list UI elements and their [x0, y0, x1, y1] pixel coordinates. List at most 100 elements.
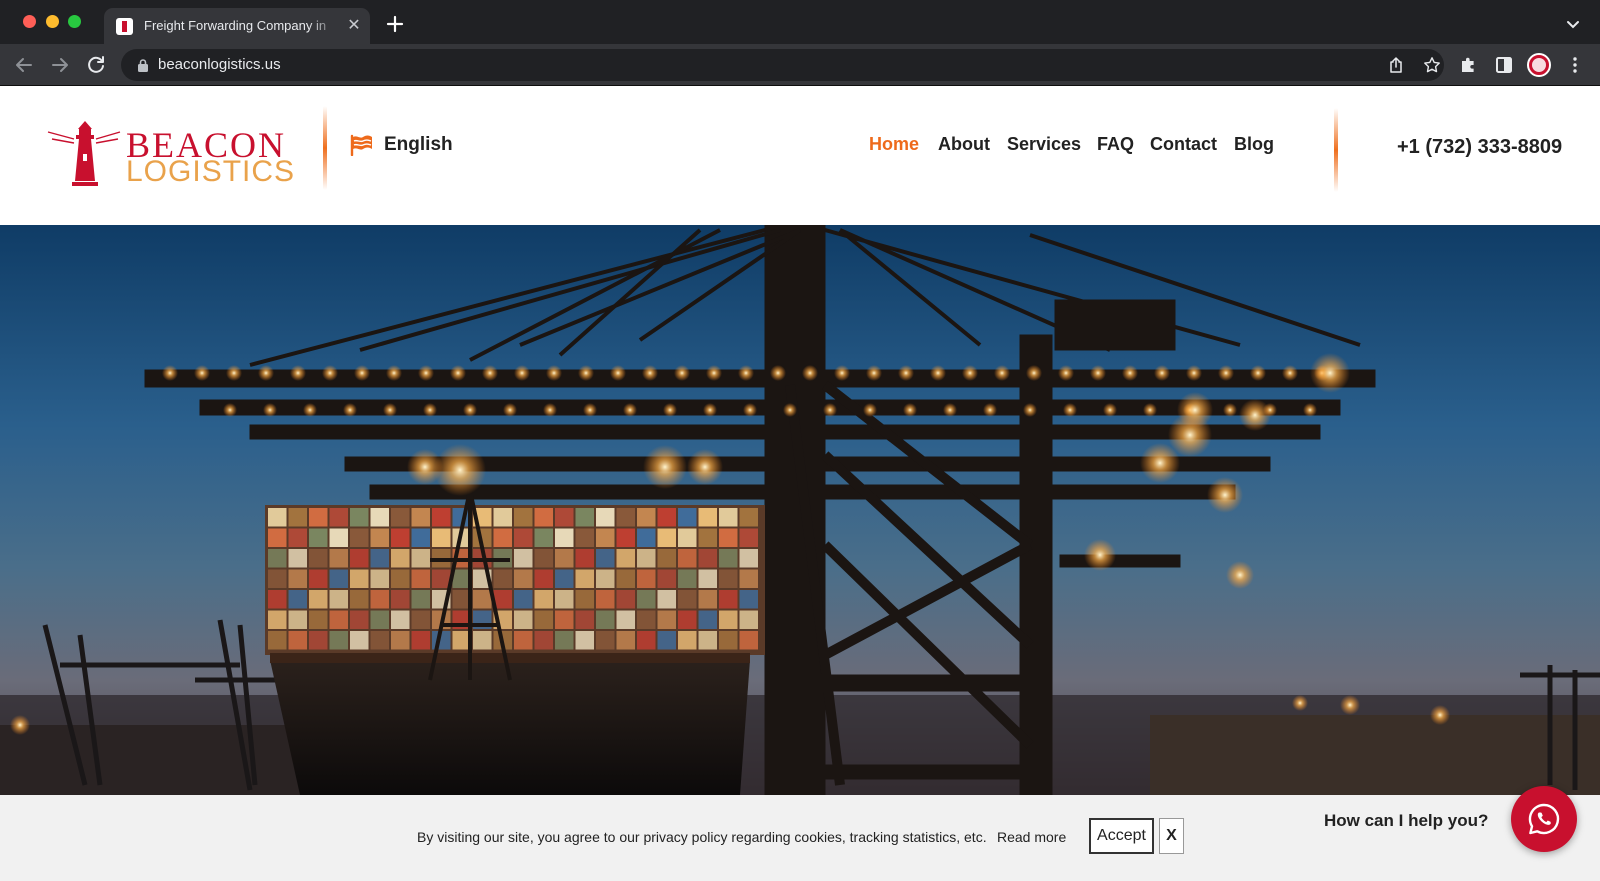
- url-text[interactable]: beaconlogistics.us: [158, 56, 281, 73]
- extensions-puzzle-icon[interactable]: [1459, 55, 1479, 75]
- container-block: [534, 528, 553, 547]
- light-glow: [1430, 705, 1450, 725]
- container-block: [268, 631, 287, 650]
- container-block: [391, 508, 410, 527]
- light-glow: [1154, 365, 1170, 381]
- whatsapp-icon: [1528, 803, 1560, 835]
- browser-tab[interactable]: Freight Forwarding Company in ✕: [104, 8, 370, 44]
- container-block: [391, 610, 410, 629]
- chat-prompt[interactable]: How can I help you?: [1324, 811, 1488, 831]
- light-glow: [962, 365, 978, 381]
- light-glow: [1103, 403, 1117, 417]
- minimize-window-button[interactable]: [46, 15, 59, 28]
- container-block: [370, 610, 389, 629]
- container-block: [719, 528, 738, 547]
- nav-blog[interactable]: Blog: [1234, 134, 1274, 155]
- container-block: [309, 631, 328, 650]
- nav-about[interactable]: About: [938, 134, 990, 155]
- more-menu-icon[interactable]: [1565, 55, 1585, 75]
- share-icon[interactable]: [1387, 56, 1405, 74]
- cookie-accept-button[interactable]: Accept: [1089, 818, 1154, 854]
- container-block: [514, 508, 533, 527]
- light-glow: [1177, 392, 1213, 428]
- container-block: [575, 590, 594, 609]
- container-block: [596, 590, 615, 609]
- container-block: [288, 569, 307, 588]
- container-block: [268, 590, 287, 609]
- light-glow: [1186, 365, 1202, 381]
- container-block: [411, 610, 430, 629]
- chevron-down-icon[interactable]: [1563, 14, 1583, 34]
- lock-icon[interactable]: [136, 58, 150, 72]
- nav-services[interactable]: Services: [1007, 134, 1081, 155]
- side-panel-icon[interactable]: [1494, 55, 1514, 75]
- container-block: [473, 590, 492, 609]
- phone-number[interactable]: +1 (732) 333-8809: [1397, 136, 1562, 159]
- nav-contact[interactable]: Contact: [1150, 134, 1217, 155]
- container-block: [329, 508, 348, 527]
- light-glow: [898, 365, 914, 381]
- container-block: [678, 549, 697, 568]
- container-block: [411, 631, 430, 650]
- container-block: [698, 569, 717, 588]
- tab-close-icon[interactable]: ✕: [344, 16, 364, 36]
- header-divider: [323, 106, 327, 190]
- whatsapp-chat-button[interactable]: [1511, 786, 1577, 852]
- language-label[interactable]: English: [384, 134, 453, 156]
- light-glow: [983, 403, 997, 417]
- container-block: [719, 549, 738, 568]
- container-block: [596, 549, 615, 568]
- light-glow: [223, 403, 237, 417]
- light-glow: [226, 365, 242, 381]
- lighthouse-logo-icon: [47, 121, 121, 186]
- container-block: [514, 610, 533, 629]
- container-block: [719, 610, 738, 629]
- address-bar[interactable]: beaconlogistics.us: [121, 49, 1444, 81]
- container-block: [616, 569, 635, 588]
- forward-arrow-icon[interactable]: [48, 53, 72, 77]
- container-block: [534, 508, 553, 527]
- nav-faq[interactable]: FAQ: [1097, 134, 1134, 155]
- light-glow: [258, 365, 274, 381]
- container-block: [329, 528, 348, 547]
- new-tab-icon[interactable]: [383, 12, 407, 36]
- light-glow: [743, 403, 757, 417]
- container-block: [534, 610, 553, 629]
- light-glow: [1239, 399, 1271, 431]
- light-glow: [1090, 365, 1106, 381]
- close-window-button[interactable]: [23, 15, 36, 28]
- profile-avatar[interactable]: [1527, 53, 1551, 77]
- light-glow: [423, 403, 437, 417]
- container-block: [288, 528, 307, 547]
- cookie-read-more-link[interactable]: Read more: [997, 829, 1066, 845]
- light-glow: [642, 365, 658, 381]
- container-block: [678, 528, 697, 547]
- container-block: [268, 569, 287, 588]
- light-glow: [1340, 695, 1360, 715]
- light-glow: [994, 365, 1010, 381]
- container-block: [350, 528, 369, 547]
- back-arrow-icon[interactable]: [12, 53, 36, 77]
- container-block: [534, 631, 553, 650]
- container-block: [678, 508, 697, 527]
- container-block: [596, 528, 615, 547]
- container-block: [719, 590, 738, 609]
- nav-home[interactable]: Home: [869, 134, 919, 155]
- container-block: [698, 631, 717, 650]
- container-block: [309, 569, 328, 588]
- site-logo[interactable]: BEACON LOGISTICS: [46, 118, 294, 187]
- light-glow: [823, 403, 837, 417]
- container-block: [698, 549, 717, 568]
- reload-icon[interactable]: [84, 53, 108, 77]
- container-block: [637, 590, 656, 609]
- tab-title: Freight Forwarding Company in: [144, 18, 327, 33]
- maximize-window-button[interactable]: [68, 15, 81, 28]
- light-glow: [543, 403, 557, 417]
- container-block: [637, 528, 656, 547]
- cookie-close-button[interactable]: X: [1159, 818, 1184, 854]
- hero-image: [0, 225, 1600, 795]
- container-block: [432, 508, 451, 527]
- light-glow: [866, 365, 882, 381]
- bookmark-star-icon[interactable]: [1423, 56, 1441, 74]
- container-block: [350, 610, 369, 629]
